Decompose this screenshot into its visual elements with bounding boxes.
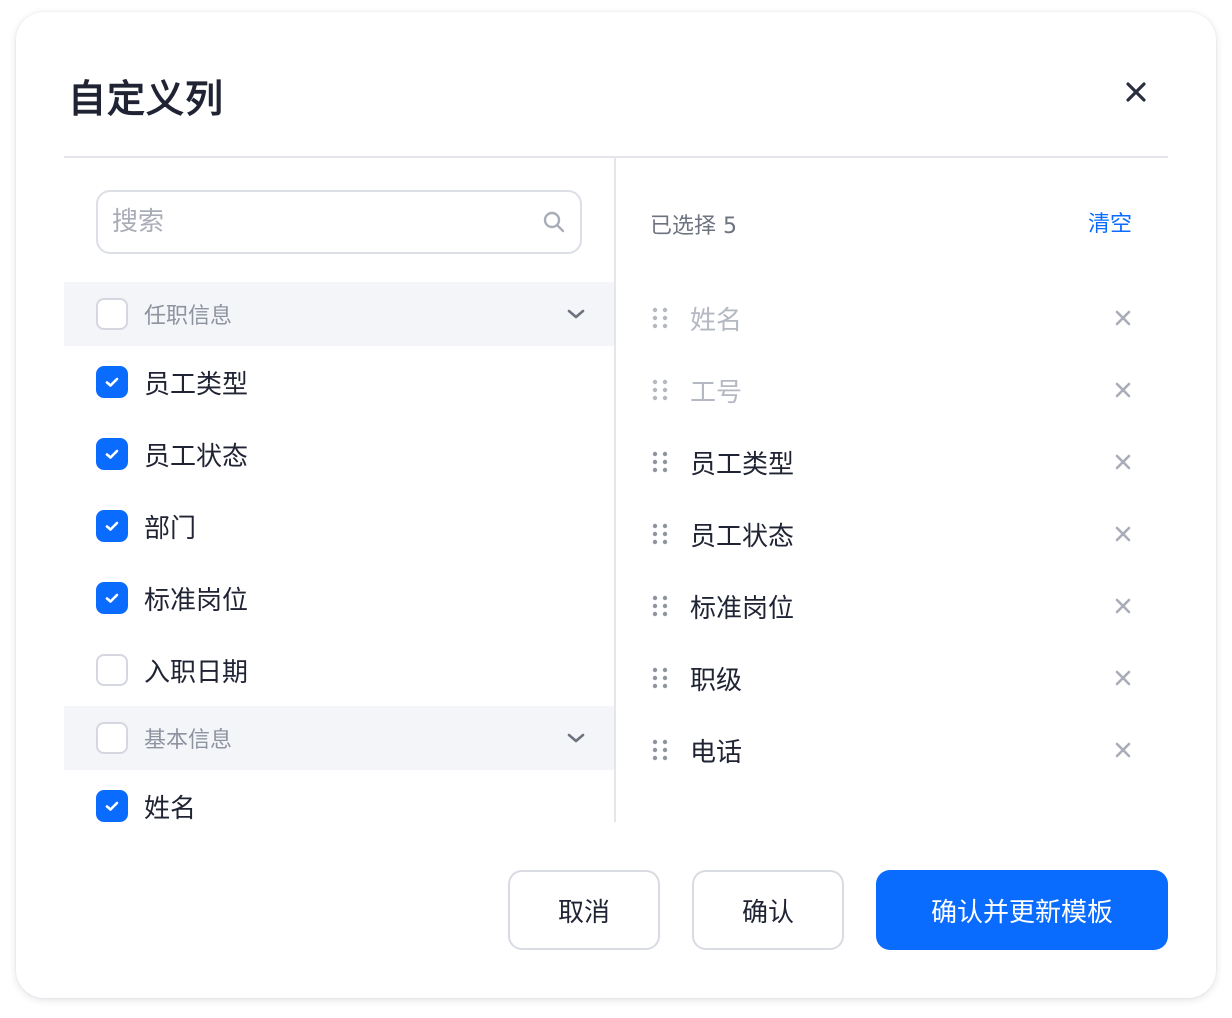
drag-handle-icon[interactable]: [652, 522, 668, 546]
group-row-employment[interactable]: 任职信息: [64, 282, 614, 346]
checkbox-checked[interactable]: [96, 366, 128, 398]
list-item[interactable]: 员工类型: [64, 346, 614, 418]
drag-handle-icon[interactable]: [652, 738, 668, 762]
list-item[interactable]: 员工状态: [64, 418, 614, 490]
selected-columns-panel: 已选择 5 清空 姓名 工号 员工类型 员工状态 标准岗位 职级 电话: [616, 158, 1168, 822]
selected-item[interactable]: 工号: [616, 354, 1168, 426]
checkbox-checked[interactable]: [96, 510, 128, 542]
list-item[interactable]: 姓名: [64, 770, 614, 822]
selected-item-label: 标准岗位: [690, 594, 795, 624]
close-icon: [1126, 82, 1146, 102]
search-box: [96, 190, 582, 254]
selected-item-label: 姓名: [690, 306, 743, 336]
group-label: 基本信息: [144, 728, 233, 753]
selected-item[interactable]: 姓名: [616, 282, 1168, 354]
search-input[interactable]: [112, 200, 522, 244]
confirm-button[interactable]: 确认: [692, 870, 844, 950]
item-label: 入职日期: [144, 657, 249, 688]
remove-icon[interactable]: [1114, 453, 1132, 471]
selected-item-label: 职级: [690, 666, 743, 696]
search-icon[interactable]: [542, 210, 566, 234]
selected-item[interactable]: 员工类型: [616, 426, 1168, 498]
checkbox-checked[interactable]: [96, 790, 128, 822]
item-label: 标准岗位: [144, 585, 249, 616]
checkbox-checked[interactable]: [96, 438, 128, 470]
checkbox-checked[interactable]: [96, 582, 128, 614]
drag-handle-icon[interactable]: [652, 450, 668, 474]
item-label: 部门: [144, 513, 197, 544]
drag-handle-icon[interactable]: [652, 306, 668, 330]
remove-icon[interactable]: [1114, 309, 1132, 327]
dialog-title: 自定义列: [68, 77, 225, 121]
group-checkbox[interactable]: [96, 722, 128, 754]
close-button[interactable]: [1120, 76, 1152, 108]
confirm-and-update-template-button[interactable]: 确认并更新模板: [876, 870, 1168, 950]
selected-item[interactable]: 标准岗位: [616, 570, 1168, 642]
drag-handle-icon[interactable]: [652, 378, 668, 402]
remove-icon[interactable]: [1114, 381, 1132, 399]
selected-count: 已选择 5: [650, 214, 737, 239]
list-item[interactable]: 入职日期: [64, 634, 614, 706]
selected-item[interactable]: 职级: [616, 642, 1168, 714]
item-label: 姓名: [144, 793, 197, 823]
available-columns-panel: 任职信息 员工类型 员工状态 部门 标准: [64, 158, 614, 822]
check-icon: [105, 377, 119, 387]
check-icon: [105, 593, 119, 603]
group-checkbox[interactable]: [96, 298, 128, 330]
drag-handle-icon[interactable]: [652, 666, 668, 690]
checkbox-unchecked[interactable]: [96, 654, 128, 686]
check-icon: [105, 801, 119, 811]
remove-icon[interactable]: [1114, 525, 1132, 543]
selected-item-label: 员工状态: [690, 522, 795, 552]
selected-item[interactable]: 电话: [616, 714, 1168, 786]
chevron-down-icon[interactable]: [564, 302, 588, 326]
clear-button[interactable]: 清空: [1088, 206, 1132, 238]
custom-columns-dialog: 自定义列 任职信息 员工类型: [16, 12, 1216, 998]
item-label: 员工类型: [144, 369, 249, 400]
check-icon: [105, 449, 119, 459]
remove-icon[interactable]: [1114, 741, 1132, 759]
selected-item-label: 电话: [690, 738, 743, 768]
list-item[interactable]: 部门: [64, 490, 614, 562]
check-icon: [105, 521, 119, 531]
item-label: 员工状态: [144, 441, 249, 472]
cancel-button[interactable]: 取消: [508, 870, 660, 950]
selected-item[interactable]: 员工状态: [616, 498, 1168, 570]
remove-icon[interactable]: [1114, 597, 1132, 615]
group-label: 任职信息: [144, 304, 233, 329]
group-row-basic-info[interactable]: 基本信息: [64, 706, 614, 770]
drag-handle-icon[interactable]: [652, 594, 668, 618]
selected-item-label: 工号: [690, 378, 743, 408]
chevron-down-icon[interactable]: [564, 726, 588, 750]
remove-icon[interactable]: [1114, 669, 1132, 687]
selected-item-label: 员工类型: [690, 450, 795, 480]
list-item[interactable]: 标准岗位: [64, 562, 614, 634]
